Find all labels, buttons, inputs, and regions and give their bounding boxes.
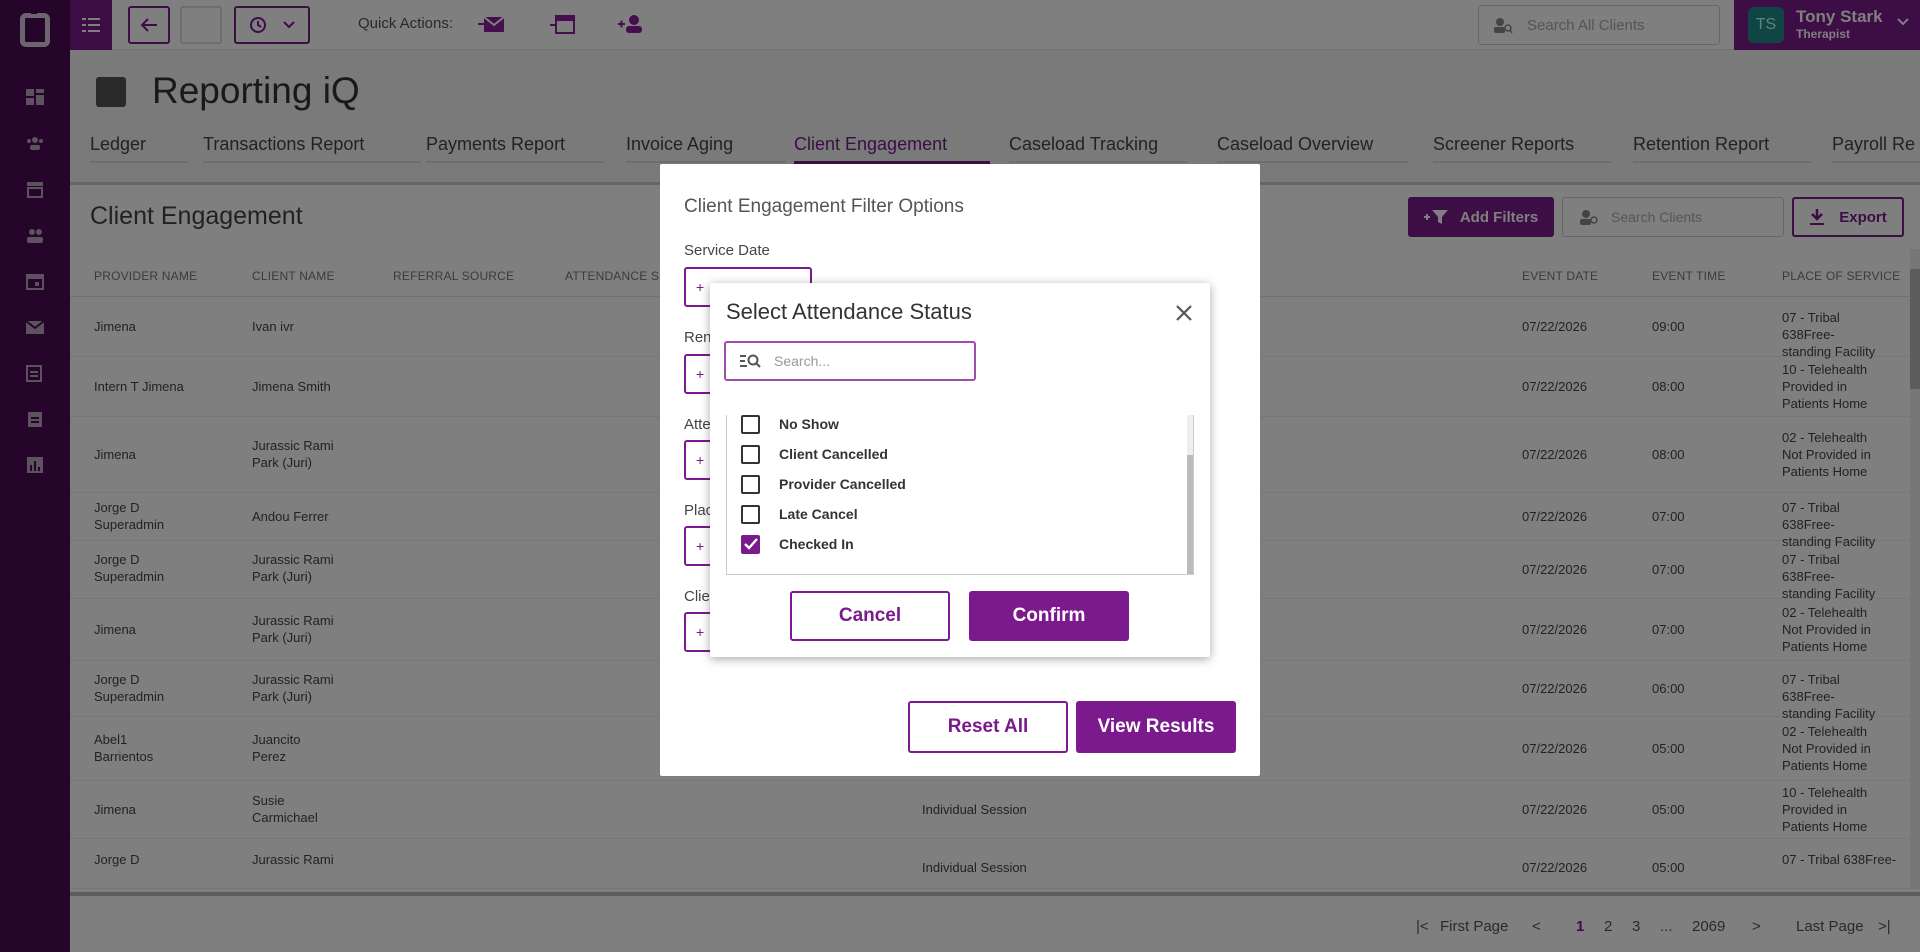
place-label: Plac (684, 502, 714, 519)
scrollbar-thumb[interactable] (1187, 455, 1193, 574)
attendance-modal-title: Select Attendance Status (726, 299, 972, 324)
option-label: Checked In (779, 536, 854, 552)
option-no-show[interactable]: No Show (741, 415, 839, 436)
modal-backdrop-nav[interactable] (0, 0, 70, 952)
check-icon (743, 538, 758, 550)
close-icon[interactable] (1173, 302, 1195, 324)
attendance-search-field[interactable] (724, 341, 976, 381)
search-icon (740, 354, 761, 368)
checkbox-checked[interactable] (741, 534, 760, 554)
reset-all-button[interactable]: Reset All (908, 701, 1068, 753)
filter-modal-title: Client Engagement Filter Options (684, 196, 964, 217)
checkbox[interactable] (741, 444, 760, 464)
options-scrollbar[interactable] (1187, 415, 1193, 574)
attendance-label: Atte (684, 416, 711, 433)
option-label: Provider Cancelled (779, 476, 906, 492)
option-provider-cancelled[interactable]: Provider Cancelled (741, 472, 906, 496)
service-date-label: Service Date (684, 242, 770, 259)
attendance-options-list: No Show Client Cancelled Provider Cancel… (726, 415, 1194, 575)
option-label: Late Cancel (779, 506, 858, 522)
option-late-cancel[interactable]: Late Cancel (741, 502, 858, 526)
option-label: Client Cancelled (779, 446, 888, 462)
option-client-cancelled[interactable]: Client Cancelled (741, 442, 888, 466)
checkbox[interactable] (741, 504, 760, 524)
checkbox[interactable] (741, 474, 760, 494)
confirm-button[interactable]: Confirm (969, 591, 1129, 641)
option-label: No Show (779, 416, 839, 432)
view-results-button[interactable]: View Results (1076, 701, 1236, 753)
client-label: Clie (684, 588, 710, 605)
cancel-button[interactable]: Cancel (790, 591, 950, 641)
attendance-search-input[interactable] (774, 353, 954, 369)
attendance-status-modal: Select Attendance Status No Show Client … (710, 283, 1210, 657)
option-checked-in[interactable]: Checked In (741, 532, 854, 556)
checkbox[interactable] (741, 415, 760, 434)
